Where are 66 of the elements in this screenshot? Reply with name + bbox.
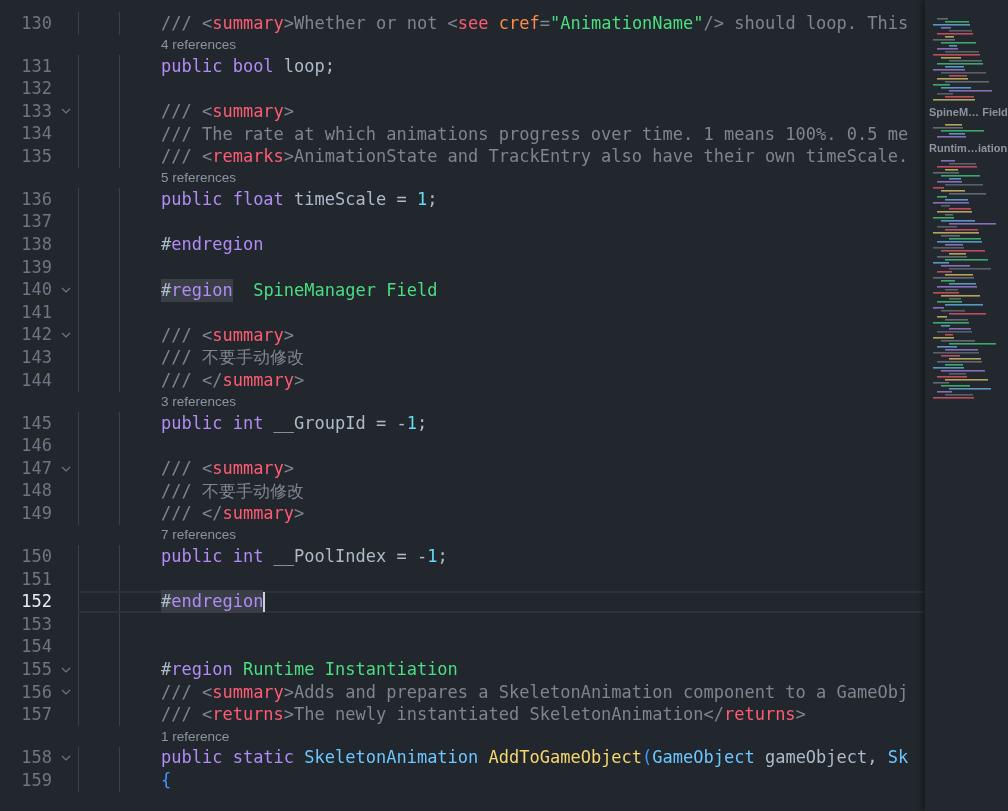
line-number: 133 bbox=[20, 99, 52, 123]
code-line: #region SpineManager Field bbox=[161, 278, 438, 302]
chevron-icon[interactable] bbox=[61, 108, 71, 115]
line-number: 143 bbox=[20, 346, 52, 370]
line-number: 147 bbox=[20, 456, 52, 480]
line-number: 138 bbox=[20, 233, 52, 257]
code-line: public float timeScale = 1; bbox=[161, 188, 438, 211]
code-line: /// <summary>Whether or not <see cref="AnimationName"/> should loop. This bbox=[161, 12, 909, 35]
line-number: 142 bbox=[20, 323, 52, 347]
line-number: 151 bbox=[20, 567, 52, 591]
chevron-icon[interactable] bbox=[61, 287, 71, 293]
line-number: 145 bbox=[20, 411, 52, 435]
code-line: public int __GroupId = -1; bbox=[161, 412, 428, 435]
code-line: /// <remarks>AnimationState and TrackEntry also have their own timeScale. bbox=[161, 145, 909, 168]
line-number: 156 bbox=[20, 680, 52, 704]
line-number: 132 bbox=[20, 77, 52, 101]
line-number: 159 bbox=[20, 768, 52, 792]
line-number: 131 bbox=[20, 54, 52, 78]
code-line: /// <summary> bbox=[161, 457, 295, 480]
code-line: /// <returns>The newly instantiated SkeletonAnimation</returns> bbox=[161, 703, 806, 727]
chevron-icon[interactable] bbox=[61, 465, 71, 472]
line-number: 153 bbox=[20, 612, 52, 636]
code-line: /// 不要手动修改 bbox=[161, 346, 304, 370]
chevron-icon[interactable] bbox=[61, 332, 71, 339]
code-line: /// The rate at which animations progress over time. 1 means 100%. 0.5 me bbox=[161, 122, 909, 146]
line-number: 141 bbox=[20, 300, 52, 324]
line-number: 158 bbox=[20, 746, 52, 770]
line-number: 149 bbox=[20, 502, 52, 525]
chevron-icon[interactable] bbox=[61, 689, 71, 696]
line-number: 157 bbox=[20, 703, 52, 727]
code-line: /// <summary> bbox=[161, 100, 295, 123]
line-number: 134 bbox=[20, 122, 52, 146]
line-number: 136 bbox=[20, 187, 52, 211]
minimap-section-heading: SpineM… Field bbox=[929, 106, 1008, 120]
code-line: public bool loop; bbox=[161, 55, 336, 78]
code-line: #endregion bbox=[161, 233, 264, 257]
line-number: 150 bbox=[20, 545, 52, 568]
reference-count-link[interactable]: 7 references bbox=[161, 528, 237, 542]
code-line: { bbox=[161, 769, 172, 792]
text-cursor bbox=[263, 591, 266, 612]
line-number: 130 bbox=[20, 11, 52, 35]
line-number: 146 bbox=[20, 434, 52, 458]
code-line: /// 不要手动修改 bbox=[161, 479, 304, 503]
reference-count-link[interactable]: 3 references bbox=[161, 395, 237, 409]
code-line: /// <summary> bbox=[161, 323, 295, 347]
reference-count-link[interactable]: 4 references bbox=[161, 38, 237, 52]
chevron-icon[interactable] bbox=[61, 754, 71, 761]
line-number: 140 bbox=[20, 278, 52, 302]
line-number: 148 bbox=[20, 479, 52, 503]
line-number: 155 bbox=[20, 657, 52, 681]
line-number: 144 bbox=[20, 368, 52, 392]
line-number: 152 bbox=[20, 590, 52, 614]
line-number: 137 bbox=[20, 210, 52, 234]
code-line: #region Runtime Instantiation bbox=[161, 658, 458, 681]
chevron-icon[interactable] bbox=[61, 666, 71, 673]
code-line: /// </summary> bbox=[161, 502, 305, 526]
line-number: 135 bbox=[20, 144, 52, 168]
code-line: public static SkeletonAnimation AddToGameObject(GameObject gameObject, Sk bbox=[161, 746, 909, 770]
code-line: /// </summary> bbox=[161, 369, 305, 392]
line-number: 139 bbox=[20, 255, 52, 279]
line-number: 154 bbox=[20, 635, 52, 659]
minimap-section-heading: Runtim…iation bbox=[929, 141, 1008, 156]
reference-count-link[interactable]: 1 reference bbox=[161, 729, 230, 744]
code-line: /// <summary>Adds and prepares a SkeletonAnimation component to a GameObj bbox=[161, 681, 909, 704]
reference-count-link[interactable]: 5 references bbox=[161, 171, 237, 185]
code-line: public int __PoolIndex = -1; bbox=[161, 545, 448, 569]
